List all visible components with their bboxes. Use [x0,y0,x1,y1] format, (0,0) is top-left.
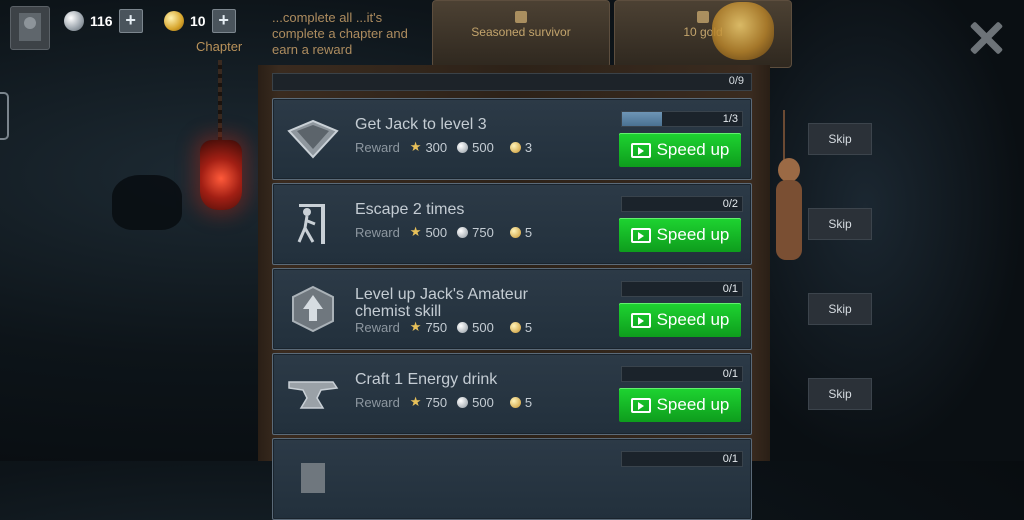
task-reward: Reward ★ 300 500 3 [355,139,538,155]
task-row: Get Jack to level 3 Reward ★ 300 500 3 1… [272,98,752,180]
chapter-reward-title-text: Seasoned survivor [471,25,571,39]
lantern-icon [200,140,242,210]
task-row: 0/1 [272,438,752,520]
task-reward: Reward ★ 500 750 5 [355,224,538,240]
video-ad-icon [630,227,651,243]
side-tab-handle[interactable] [0,92,9,140]
video-ad-icon [630,312,651,328]
gold-amount: 10 [190,13,206,29]
avatar[interactable] [10,6,50,50]
close-button[interactable] [966,18,1006,58]
speed-up-label: Speed up [656,310,730,329]
silver-coin-icon [64,11,84,31]
chapter-progress-count: 0/9 [728,75,744,87]
task-progress-text: 0/2 [722,198,738,210]
silver-coin-icon [457,141,469,153]
gold-icon [697,11,709,23]
silver-counter: 116 + [64,8,143,34]
lantern-chain [218,60,222,142]
badge-icon [515,11,527,23]
skip-button[interactable]: Skip [808,378,872,410]
reward-xp: 750 [425,394,448,410]
gold-coin-icon [509,396,521,408]
star-icon: ★ [409,319,422,334]
skip-button[interactable]: Skip [808,293,872,325]
task-progress-fill [622,112,662,126]
skip-button[interactable]: Skip [808,123,872,155]
speed-up-button[interactable]: Speed up [619,303,741,337]
reward-xp: 750 [425,319,448,335]
speed-up-button[interactable]: Speed up [619,388,741,422]
hanging-doll [770,150,808,265]
reward-label: Reward [355,139,400,155]
task-progress-bar: 1/3 [621,111,743,127]
video-ad-icon [630,397,651,413]
player-avatar-icon [19,13,41,41]
background-shadow [112,175,182,230]
reward-gold: 5 [524,224,533,240]
task-progress-bar: 0/1 [621,281,743,297]
level-up-icon [281,283,345,335]
reward-gold: 3 [524,139,533,155]
task-reward: Reward ★ 750 500 5 [355,319,538,335]
reward-gold: 5 [524,394,533,410]
reward-silver: 500 [472,319,494,335]
gold-coin-icon [164,11,184,31]
task-title: Escape 2 times [355,201,465,218]
chapter-reward-title: Seasoned survivor [432,0,610,68]
task-reward: Reward ★ 750 500 5 [355,394,538,410]
add-silver-button[interactable]: + [118,9,143,33]
task-row: Escape 2 times Reward ★ 500 750 5 0/2 Sp… [272,183,752,265]
task-progress-text: 0/1 [722,368,738,380]
task-progress-bar: 0/2 [621,196,743,212]
reward-silver: 500 [472,394,494,410]
reward-label: Reward [355,224,400,240]
chapter-info-text: ...complete all ...it's complete a chapt… [272,10,408,57]
task-title: Get Jack to level 3 [355,116,487,133]
chapter-label: Chapter [196,39,243,54]
add-gold-button[interactable]: + [211,9,236,33]
task-progress-text: 0/1 [722,453,738,465]
task-row: Craft 1 Energy drink Reward ★ 750 500 5 … [272,353,752,435]
speed-up-label: Speed up [656,225,730,244]
anvil-icon [281,368,345,420]
silver-coin-icon [457,226,469,238]
gold-coin-icon [509,321,521,333]
star-icon: ★ [409,139,422,154]
escape-door-icon [281,198,345,250]
task-title: Level up Jack's Amateur chemist skill [355,286,528,320]
task-progress-bar: 0/1 [621,366,743,382]
gold-coin-icon [509,141,521,153]
gold-counter: 10 + [164,8,236,34]
silver-coin-icon [457,321,469,333]
reward-label: Reward [355,319,400,335]
speed-up-button[interactable]: Speed up [619,133,741,167]
star-icon: ★ [409,224,422,239]
silver-coin-icon [457,396,469,408]
gold-coin-icon [509,226,521,238]
gold-pile-icon [712,2,774,60]
speed-up-label: Speed up [656,140,730,159]
reward-xp: 300 [425,139,448,155]
task-progress-bar: 0/1 [621,451,743,467]
diamond-icon [281,113,345,165]
reward-silver: 750 [472,224,494,240]
reward-label: Reward [355,394,400,410]
reward-silver: 500 [472,139,494,155]
task-progress-text: 1/3 [722,113,738,125]
task-title: Craft 1 Energy drink [355,371,498,388]
skip-button[interactable]: Skip [808,208,872,240]
silver-amount: 116 [90,13,113,29]
task-progress-text: 0/1 [722,283,738,295]
chapter-progress-bar [272,73,752,91]
star-icon: ★ [409,394,422,409]
reward-gold: 5 [524,319,533,335]
reward-xp: 500 [425,224,448,240]
task-row: Level up Jack's Amateur chemist skill Re… [272,268,752,350]
speed-up-label: Speed up [656,395,730,414]
speed-up-button[interactable]: Speed up [619,218,741,252]
video-ad-icon [630,142,651,158]
